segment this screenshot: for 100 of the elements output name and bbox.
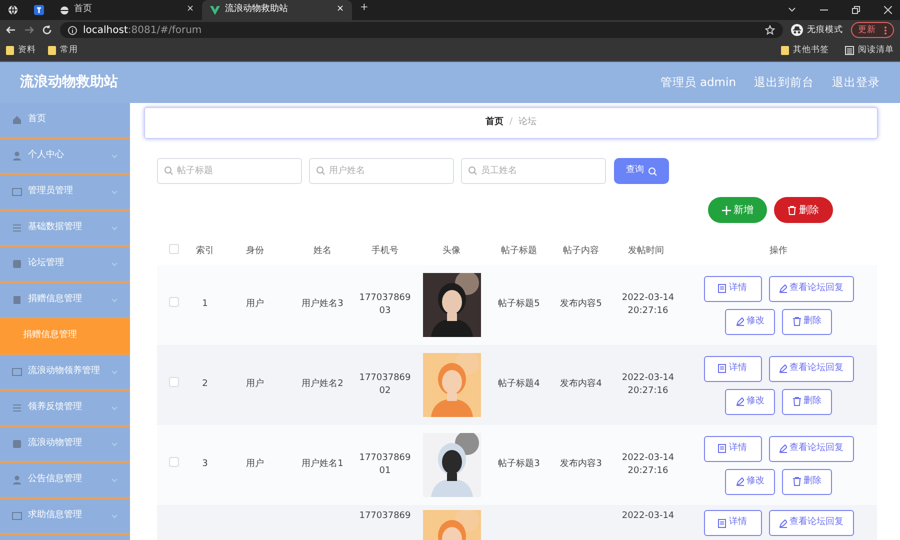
table-cell: 帖子标题5 bbox=[498, 299, 540, 310]
search-icon bbox=[316, 166, 325, 175]
sidebar-subitem[interactable]: 捐赠信息管理 bbox=[0, 319, 130, 355]
chevron-down-icon[interactable] bbox=[788, 7, 796, 13]
bookmark[interactable]: 资料 bbox=[6, 44, 36, 57]
restore-icon[interactable] bbox=[852, 6, 860, 14]
back-icon[interactable] bbox=[6, 25, 16, 35]
delete-button[interactable]: 删除 bbox=[782, 388, 832, 414]
incognito-icon bbox=[791, 24, 803, 36]
pencil-icon bbox=[778, 284, 786, 293]
new-tab-button[interactable]: + bbox=[352, 0, 376, 20]
view-replies-button[interactable]: 查看论坛回复 bbox=[768, 510, 854, 536]
delete-button[interactable]: 删除 bbox=[782, 308, 832, 334]
home-icon bbox=[12, 115, 22, 125]
search-field[interactable]: 员工姓名 bbox=[461, 158, 606, 184]
bookmark[interactable]: 其他书签 bbox=[781, 44, 829, 57]
square-icon bbox=[12, 439, 22, 449]
list-icon bbox=[12, 403, 22, 413]
update-button[interactable]: 更新 bbox=[851, 22, 894, 38]
document-icon bbox=[718, 364, 726, 373]
square-icon bbox=[12, 259, 22, 269]
row-checkbox[interactable] bbox=[168, 297, 178, 308]
column-header: 帖子标题 bbox=[501, 246, 537, 256]
trash-icon bbox=[792, 397, 800, 406]
table-cell-text: 2022-03-14 20:27:16 bbox=[620, 452, 676, 478]
edit-button[interactable]: 修改 bbox=[725, 308, 775, 334]
header-link[interactable]: 退出登录 bbox=[832, 74, 880, 92]
table-cell-text: 2022-03-14 20:27:16 bbox=[620, 372, 676, 398]
view-replies-button[interactable]: 查看论坛回复 bbox=[768, 436, 854, 462]
chevron-icon bbox=[111, 370, 118, 374]
pencil-icon bbox=[778, 518, 786, 528]
browser-tab[interactable]: 首页 × bbox=[52, 0, 202, 20]
browser-tab[interactable]: 流浪动物救助站 × bbox=[202, 0, 352, 20]
table-cell-text: 17703786902 bbox=[358, 372, 412, 398]
search-field[interactable]: 用户姓名 bbox=[309, 158, 454, 184]
select-all-checkbox[interactable] bbox=[168, 244, 178, 254]
view-replies-button[interactable]: 查看论坛回复 bbox=[768, 276, 854, 302]
table-cell: 用户 bbox=[246, 299, 264, 310]
document-icon bbox=[12, 295, 22, 305]
header-link[interactable]: 退出到前台 bbox=[754, 74, 814, 92]
close-icon[interactable] bbox=[884, 6, 892, 14]
app-icon[interactable] bbox=[34, 5, 44, 15]
search-icon bbox=[468, 166, 477, 175]
breadcrumb-item[interactable]: 首页 bbox=[485, 116, 504, 130]
edit-button[interactable]: 修改 bbox=[725, 388, 775, 414]
star-icon[interactable] bbox=[765, 25, 775, 35]
incognito-label: 无痕模式 bbox=[807, 24, 843, 36]
bookmark[interactable]: 常用 bbox=[48, 44, 78, 57]
detail-button[interactable]: 详情 bbox=[704, 436, 762, 462]
chevron-icon bbox=[111, 298, 118, 302]
pencil-icon bbox=[736, 317, 744, 326]
reload-icon[interactable] bbox=[42, 25, 52, 35]
header-link[interactable]: 管理员 admin bbox=[660, 74, 736, 92]
forward-icon[interactable] bbox=[24, 25, 34, 35]
table-cell-text: 17703786903 bbox=[358, 292, 412, 318]
table-cell-text: 17703786901 bbox=[358, 452, 412, 478]
column-header: 姓名 bbox=[314, 246, 332, 256]
folder-icon bbox=[48, 46, 56, 55]
detail-button[interactable]: 详情 bbox=[704, 356, 762, 382]
vue-logo-icon bbox=[210, 6, 220, 14]
column-header: 头像 bbox=[442, 246, 460, 256]
close-icon[interactable]: × bbox=[336, 3, 344, 17]
table-cell-text: 2022-03-14 bbox=[620, 510, 676, 523]
address-bar[interactable]: localhost:8081/#/forum bbox=[60, 22, 783, 38]
folder-icon bbox=[6, 46, 14, 55]
table-cell-text: 177037869 bbox=[358, 510, 412, 523]
column-header: 操作 bbox=[770, 246, 788, 256]
more-icon bbox=[884, 26, 887, 34]
detail-button[interactable]: 详情 bbox=[704, 276, 762, 302]
table-cell-text: 2022-03-14 20:27:16 bbox=[620, 292, 676, 318]
pencil-icon bbox=[778, 444, 786, 453]
chevron-icon bbox=[111, 262, 118, 266]
table-cell: 用户姓名2 bbox=[302, 379, 344, 390]
row-checkbox[interactable] bbox=[168, 457, 178, 468]
chevron-icon bbox=[111, 514, 118, 518]
search-field[interactable]: 帖子标题 bbox=[157, 158, 302, 184]
table-cell: 用户姓名3 bbox=[302, 299, 344, 310]
delete-button[interactable]: 删除 bbox=[774, 197, 833, 223]
bookmark[interactable]: 阅读清单 bbox=[845, 44, 894, 57]
column-header: 手机号 bbox=[372, 246, 398, 256]
table-cell: 用户姓名1 bbox=[302, 459, 344, 470]
plus-icon bbox=[722, 206, 730, 214]
row-checkbox[interactable] bbox=[168, 377, 178, 388]
document-icon bbox=[718, 518, 726, 528]
url-text: localhost:8081/#/forum bbox=[83, 24, 203, 38]
edit-button[interactable]: 修改 bbox=[725, 468, 775, 494]
view-replies-button[interactable]: 查看论坛回复 bbox=[768, 356, 854, 382]
search-button[interactable]: 查询 bbox=[614, 158, 669, 184]
delete-button[interactable]: 删除 bbox=[782, 468, 832, 494]
info-icon bbox=[68, 26, 77, 34]
trash-icon bbox=[788, 206, 796, 214]
column-header: 帖子内容 bbox=[563, 246, 599, 256]
search-icon bbox=[164, 166, 173, 175]
add-button[interactable]: 新增 bbox=[708, 197, 767, 223]
close-icon[interactable]: × bbox=[186, 3, 194, 17]
minimize-icon[interactable] bbox=[820, 7, 828, 13]
table-cell: 发布内容3 bbox=[560, 459, 602, 470]
chevron-icon bbox=[111, 190, 118, 194]
pencil-icon bbox=[736, 397, 744, 406]
detail-button[interactable]: 详情 bbox=[704, 510, 762, 536]
